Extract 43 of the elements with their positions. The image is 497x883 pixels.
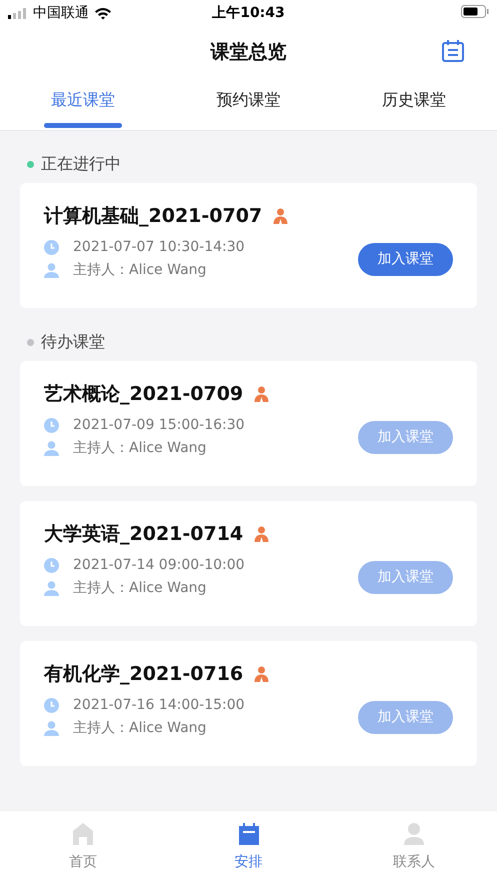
section-title: 待办课堂 xyxy=(41,332,105,352)
status-time: 上午10:43 xyxy=(212,4,285,22)
battery-icon xyxy=(461,4,489,18)
person-icon xyxy=(44,440,59,456)
person-icon xyxy=(44,720,59,736)
carrier-name: 中国联通 xyxy=(33,4,89,22)
class-time: 2021-07-16 14:00-15:00 xyxy=(73,697,245,713)
people-icon xyxy=(272,208,290,224)
section-title: 正在进行中 xyxy=(41,154,121,174)
host-name: 主持人：Alice Wang xyxy=(73,261,206,279)
join-button[interactable]: 加入课堂 xyxy=(358,242,453,276)
class-name: 有机化学_2021-0716 xyxy=(44,662,244,687)
clock-icon xyxy=(44,558,59,572)
page-title: 课堂总览 xyxy=(210,40,286,65)
nav-tab[interactable]: 首页 xyxy=(0,811,166,883)
wifi-icon xyxy=(94,6,112,20)
nav-tab[interactable]: 联系人 xyxy=(331,811,497,883)
host-name: 主持人：Alice Wang xyxy=(73,439,206,457)
tab[interactable]: 最近课堂 xyxy=(0,78,166,130)
clock-icon xyxy=(44,698,59,712)
calendar-icon xyxy=(238,823,258,845)
calendar-icon[interactable] xyxy=(441,39,465,63)
people-icon xyxy=(253,526,270,542)
people-icon xyxy=(253,666,270,682)
host-name: 主持人：Alice Wang xyxy=(73,579,206,597)
nav-tab[interactable]: 安排 xyxy=(166,811,332,883)
clock-icon xyxy=(44,240,59,254)
clock-icon xyxy=(44,418,59,432)
tab[interactable]: 历史课堂 xyxy=(331,78,497,130)
person-icon xyxy=(44,262,59,278)
home-icon xyxy=(72,823,93,845)
class-name: 计算机基础_2021-0707 xyxy=(44,204,262,229)
class-time: 2021-07-14 09:00-10:00 xyxy=(73,557,245,573)
class-time: 2021-07-07 10:30-14:30 xyxy=(73,239,245,255)
person-icon xyxy=(44,580,59,596)
tab[interactable]: 预约课堂 xyxy=(166,78,332,130)
class-name: 艺术概论_2021-0709 xyxy=(44,382,244,407)
class-name: 大学英语_2021-0714 xyxy=(44,522,244,547)
class-time: 2021-07-09 15:00-16:30 xyxy=(73,417,245,433)
host-name: 主持人：Alice Wang xyxy=(73,719,206,737)
person-icon xyxy=(404,823,424,845)
people-icon xyxy=(253,386,270,402)
signal-icon xyxy=(8,8,28,18)
